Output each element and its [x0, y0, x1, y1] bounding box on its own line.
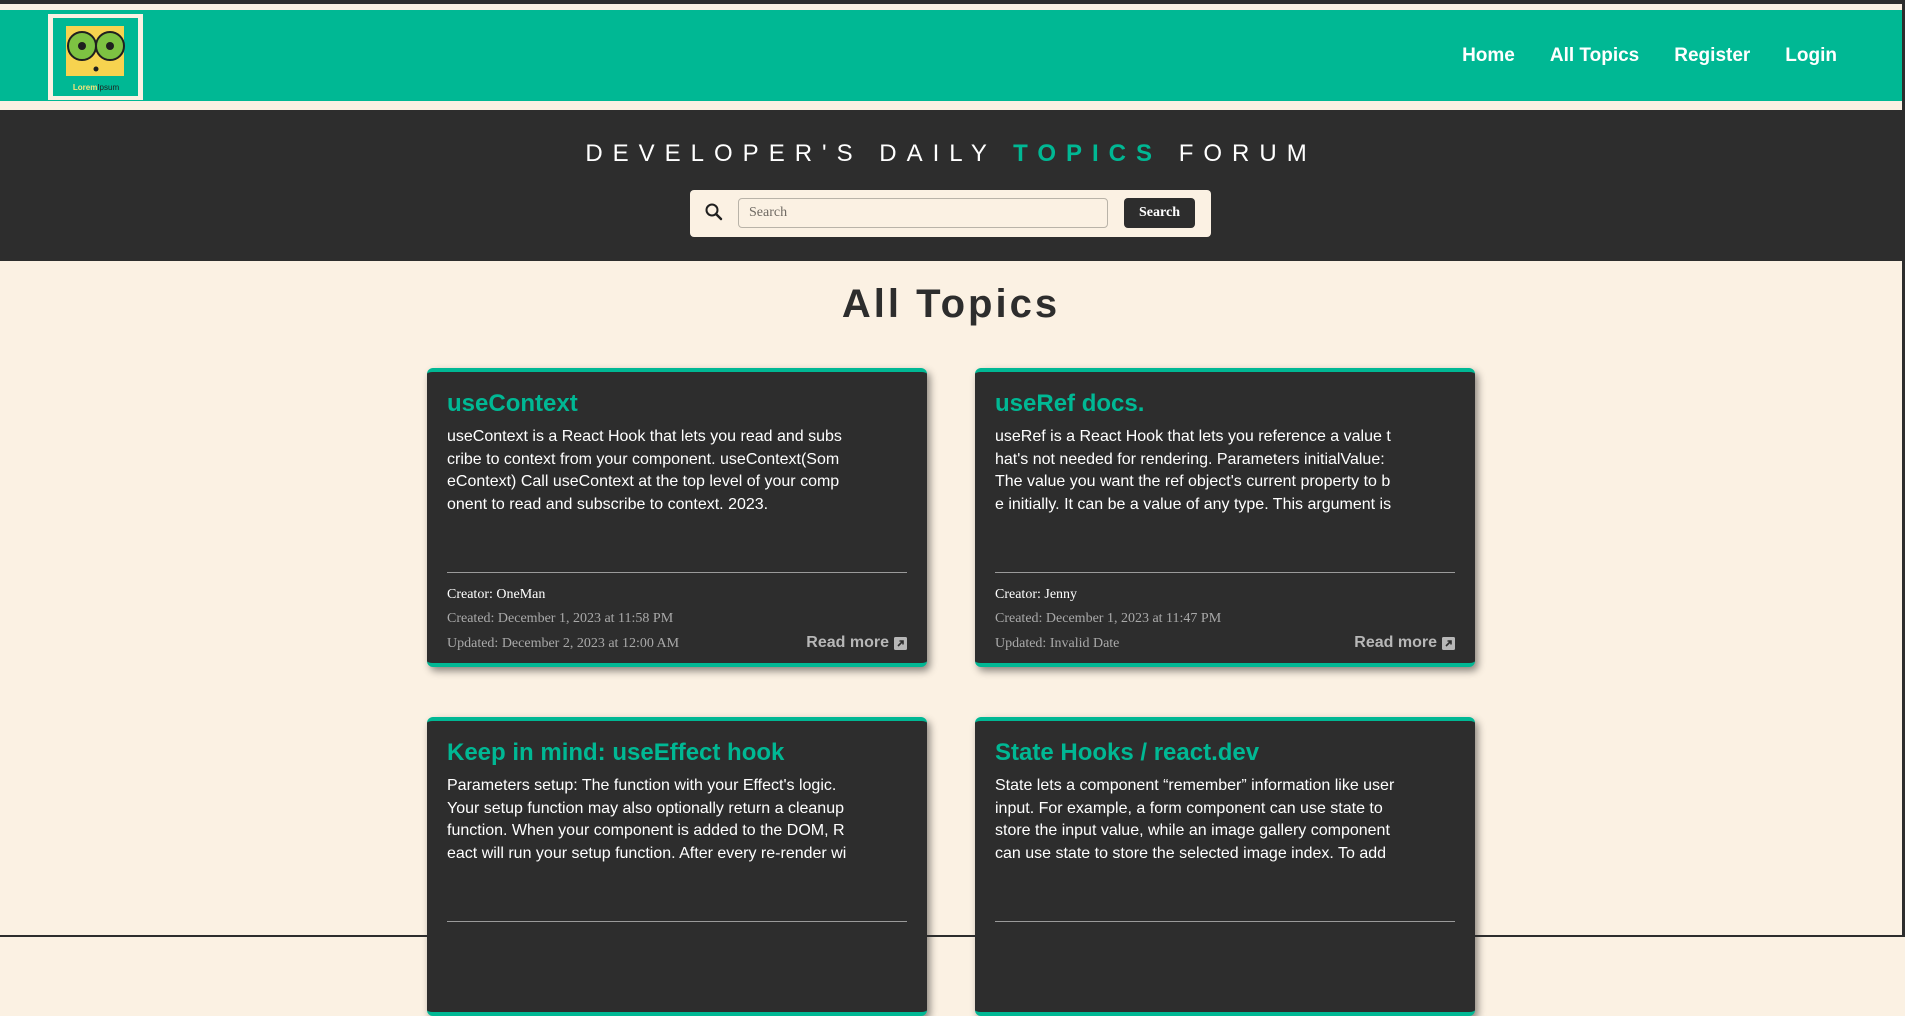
top-border [0, 0, 1905, 4]
read-more-label: Read more [806, 634, 889, 651]
read-more-link[interactable]: Read more [806, 634, 907, 652]
site-title-part1: DEVELOPER'S DAILY [585, 140, 997, 167]
card-divider [447, 921, 907, 922]
topic-title[interactable]: Keep in mind: useEffect hook [447, 739, 784, 767]
card-divider [995, 921, 1455, 922]
topic-excerpt: useContext is a React Hook that lets you… [447, 428, 842, 513]
topic-created-date: Created: December 1, 2023 at 11:58 PM [447, 611, 674, 626]
navbar: LoremIpsum Home All Topics Register Logi… [0, 10, 1905, 101]
card-divider [995, 572, 1455, 573]
page-title: All Topics [841, 282, 1061, 326]
topic-creator: Creator: Jenny [995, 587, 1078, 602]
topic-updated-date: Updated: Invalid Date [995, 636, 1120, 651]
hero-banner: DEVELOPER'S DAILY TOPICS FORUM Search [0, 110, 1902, 261]
logo-badge: LoremIpsum [53, 18, 138, 96]
topic-excerpt: State lets a component “remember” inform… [995, 777, 1395, 862]
read-more-link[interactable]: Read more [1354, 634, 1455, 652]
site-title-part2: FORUM [1178, 140, 1317, 167]
site-title: DEVELOPER'S DAILY TOPICS FORUM [0, 140, 1902, 168]
topic-card: Keep in mind: useEffect hook Parameters … [427, 717, 927, 1016]
nav-links: Home All Topics Register Login [1462, 10, 1837, 101]
topic-title[interactable]: useContext [447, 390, 578, 418]
topic-excerpt: useRef is a React Hook that lets you ref… [995, 428, 1392, 513]
nav-register[interactable]: Register [1674, 45, 1750, 67]
topic-excerpt: Parameters setup: The function with your… [447, 777, 847, 862]
search-bar: Search [690, 190, 1211, 237]
nav-home[interactable]: Home [1462, 45, 1515, 67]
external-link-icon [1442, 636, 1455, 650]
nav-login[interactable]: Login [1785, 45, 1837, 67]
logo[interactable]: LoremIpsum [48, 14, 143, 100]
search-icon [705, 203, 723, 221]
topic-updated-date: Updated: December 2, 2023 at 12:00 AM [447, 636, 680, 651]
topic-card: useRef docs. useRef is a React Hook that… [975, 368, 1475, 667]
search-button[interactable]: Search [1124, 198, 1195, 228]
topic-title[interactable]: State Hooks / react.dev [995, 739, 1259, 767]
external-link-icon [894, 636, 907, 650]
topic-creator: Creator: OneMan [447, 587, 546, 602]
read-more-label: Read more [1354, 634, 1437, 651]
topic-created-date: Created: December 1, 2023 at 11:47 PM [995, 611, 1222, 626]
logo-text: LoremIpsum [72, 83, 120, 92]
logo-owl-icon [66, 26, 125, 76]
topic-card: useContext useContext is a React Hook th… [427, 368, 927, 667]
search-input[interactable] [738, 198, 1108, 228]
nav-all-topics[interactable]: All Topics [1550, 45, 1639, 67]
topic-title[interactable]: useRef docs. [995, 390, 1144, 418]
card-divider [447, 572, 907, 573]
site-title-accent: TOPICS [1013, 140, 1163, 167]
topic-card: State Hooks / react.dev State lets a com… [975, 717, 1475, 1016]
